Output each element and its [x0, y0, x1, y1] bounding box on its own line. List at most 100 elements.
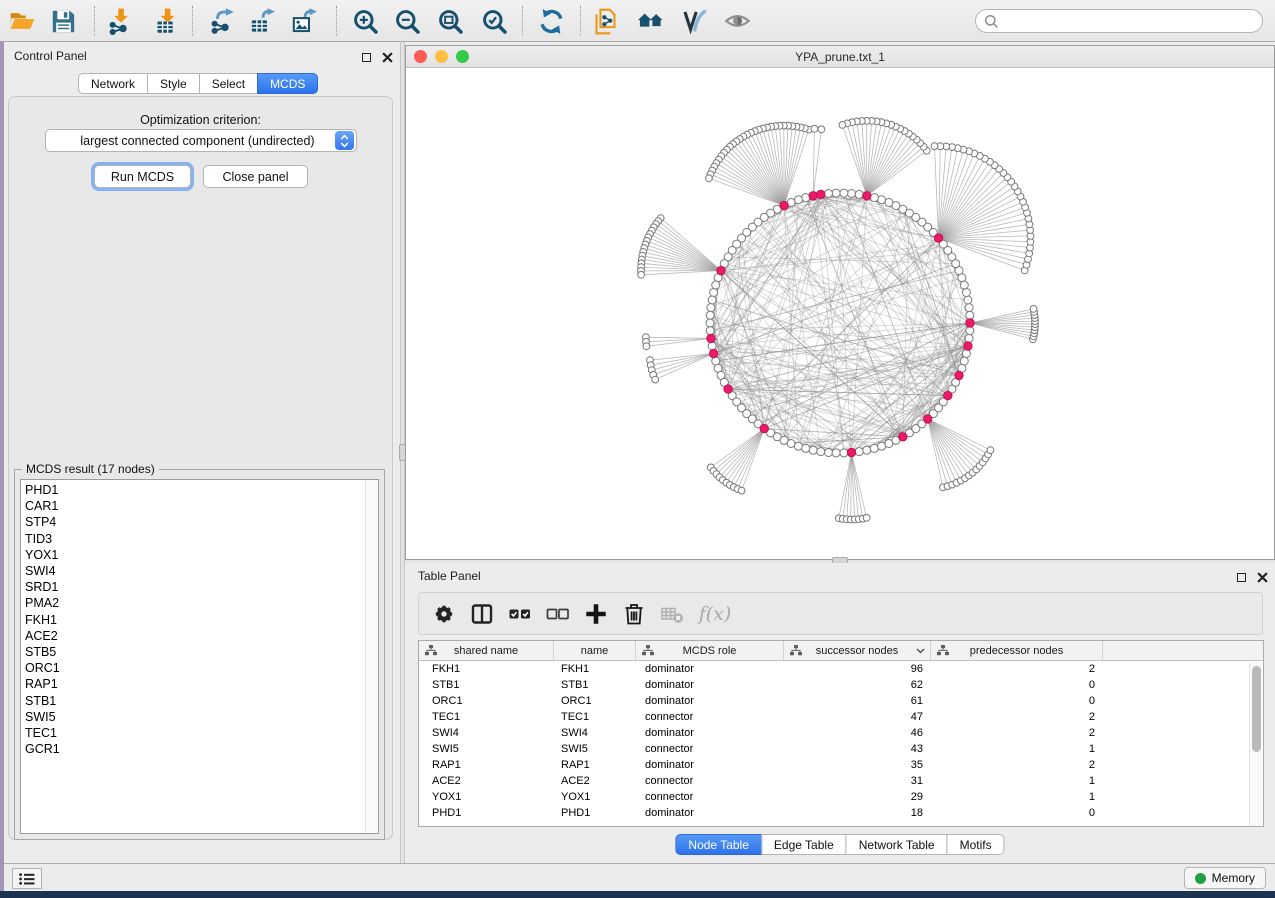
- export-image-icon[interactable]: [287, 4, 321, 38]
- mcds-result-item[interactable]: FKH1: [25, 612, 378, 628]
- network-canvas[interactable]: [406, 68, 1274, 559]
- column-header-shared-name[interactable]: shared name: [419, 641, 554, 660]
- cell-shared-name: RAP1: [419, 757, 554, 773]
- table-row[interactable]: RAP1RAP1dominator352: [419, 757, 1263, 773]
- toolbar-separator: [580, 6, 581, 36]
- close-panel-button[interactable]: Close panel: [203, 165, 308, 188]
- gear-icon[interactable]: [431, 601, 457, 627]
- tab-node-table[interactable]: Node Table: [675, 834, 762, 855]
- mcds-result-item[interactable]: RAP1: [25, 676, 378, 692]
- delete-column-icon[interactable]: [621, 601, 647, 627]
- table-row[interactable]: SWI4SWI4dominator462: [419, 725, 1263, 741]
- zoom-selected-icon[interactable]: [477, 4, 511, 38]
- cell-successor-nodes: 31: [784, 773, 931, 789]
- mcds-result-item[interactable]: ACE2: [25, 628, 378, 644]
- zoom-fit-icon[interactable]: [433, 4, 467, 38]
- cell-shared-name: STB1: [419, 677, 554, 693]
- tab-edge-table[interactable]: Edge Table: [761, 834, 847, 855]
- tab-mcds[interactable]: MCDS: [257, 73, 318, 94]
- mcds-result-item[interactable]: SWI5: [25, 709, 378, 725]
- table-row[interactable]: PHD1PHD1dominator180: [419, 805, 1263, 821]
- mcds-result-item[interactable]: SWI4: [25, 563, 378, 579]
- cell-name: ORC1: [554, 693, 636, 709]
- toolbar-separator: [522, 6, 523, 36]
- network-document-icon[interactable]: [588, 4, 622, 38]
- close-table-panel-icon[interactable]: [1256, 571, 1268, 583]
- table-scrollbar-thumb[interactable]: [1252, 666, 1261, 752]
- mcds-result-item[interactable]: PHD1: [25, 482, 378, 498]
- add-column-icon[interactable]: [583, 601, 609, 627]
- table-panel-title: Table Panel: [418, 569, 481, 583]
- tab-select[interactable]: Select: [199, 73, 258, 94]
- cell-name: RAP1: [554, 757, 636, 773]
- mcds-result-list[interactable]: PHD1CAR1STP4TID3YOX1SWI4SRD1PMA2FKH1ACE2…: [20, 479, 379, 834]
- close-panel-icon[interactable]: [381, 51, 393, 63]
- network-window-title: YPA_prune.txt_1: [406, 50, 1274, 64]
- cell-name: TEC1: [554, 709, 636, 725]
- cell-shared-name: SWI4: [419, 725, 554, 741]
- mcds-result-title: MCDS result (17 nodes): [22, 462, 159, 476]
- toolbar-separator: [336, 6, 337, 36]
- visual-style-icon[interactable]: [677, 4, 711, 38]
- column-header-predecessor-nodes[interactable]: predecessor nodes: [931, 641, 1103, 660]
- task-history-button[interactable]: [12, 868, 42, 889]
- table-row[interactable]: ORC1ORC1dominator610: [419, 693, 1263, 709]
- mcds-list-scrollbar[interactable]: [365, 480, 378, 833]
- table-row[interactable]: TEC1TEC1connector472: [419, 709, 1263, 725]
- table-row[interactable]: YOX1YOX1connector291: [419, 789, 1263, 805]
- select-all-icon[interactable]: [507, 601, 533, 627]
- mcds-result-item[interactable]: PMA2: [25, 595, 378, 611]
- zoom-out-icon[interactable]: [390, 4, 424, 38]
- cell-successor-nodes: 47: [784, 709, 931, 725]
- memory-label: Memory: [1212, 871, 1255, 885]
- import-network-icon[interactable]: [103, 4, 137, 38]
- mcds-result-item[interactable]: SRD1: [25, 579, 378, 595]
- table-row[interactable]: STB1STB1dominator620: [419, 677, 1263, 693]
- mcds-result-item[interactable]: TID3: [25, 531, 378, 547]
- column-view-icon[interactable]: [469, 601, 495, 627]
- tab-style[interactable]: Style: [147, 73, 200, 94]
- tab-network-table[interactable]: Network Table: [846, 834, 948, 855]
- function-builder-icon: f(x): [697, 601, 733, 627]
- mcds-result-item[interactable]: STB5: [25, 644, 378, 660]
- network-window-titlebar[interactable]: YPA_prune.txt_1: [406, 46, 1274, 68]
- table-row[interactable]: ACE2ACE2connector311: [419, 773, 1263, 789]
- column-header-name[interactable]: name: [554, 641, 636, 660]
- table-row[interactable]: FKH1FKH1dominator962: [419, 661, 1263, 677]
- table-row[interactable]: SWI5SWI5connector431: [419, 741, 1263, 757]
- export-network-icon[interactable]: [205, 4, 239, 38]
- tab-motifs[interactable]: Motifs: [947, 834, 1005, 855]
- table-scrollbar[interactable]: [1249, 662, 1262, 826]
- float-panel-icon[interactable]: [360, 51, 372, 63]
- open-session-icon[interactable]: [5, 4, 39, 38]
- cell-predecessor-nodes: 2: [931, 661, 1103, 677]
- column-header-successor-nodes[interactable]: successor nodes: [784, 641, 931, 660]
- zoom-in-icon[interactable]: [348, 4, 382, 38]
- mcds-result-item[interactable]: STP4: [25, 514, 378, 530]
- first-neighbors-icon[interactable]: [633, 4, 667, 38]
- search-input[interactable]: [999, 12, 1262, 30]
- search-box[interactable]: [975, 9, 1263, 33]
- memory-button[interactable]: Memory: [1184, 867, 1266, 889]
- tab-network[interactable]: Network: [78, 73, 148, 94]
- run-mcds-button[interactable]: Run MCDS: [94, 165, 191, 188]
- criterion-dropdown[interactable]: largest connected component (undirected): [45, 129, 357, 152]
- unselect-all-icon[interactable]: [545, 601, 571, 627]
- export-table-icon[interactable]: [245, 4, 279, 38]
- cell-predecessor-nodes: 1: [931, 741, 1103, 757]
- mcds-result-item[interactable]: CAR1: [25, 498, 378, 514]
- save-session-icon[interactable]: [46, 4, 80, 38]
- float-table-panel-icon[interactable]: [1235, 571, 1247, 583]
- apply-layout-icon[interactable]: [534, 4, 568, 38]
- mcds-result-item[interactable]: GCR1: [25, 741, 378, 757]
- mcds-result-item[interactable]: ORC1: [25, 660, 378, 676]
- show-hide-icon[interactable]: [720, 4, 754, 38]
- dropdown-stepper-icon: [335, 131, 354, 150]
- mcds-result-item[interactable]: YOX1: [25, 547, 378, 563]
- sort-desc-icon: [916, 648, 925, 654]
- column-header-MCDS-role[interactable]: MCDS role: [636, 641, 784, 660]
- cell-successor-nodes: 96: [784, 661, 931, 677]
- mcds-result-item[interactable]: STB1: [25, 693, 378, 709]
- import-table-icon[interactable]: [149, 4, 183, 38]
- mcds-result-item[interactable]: TEC1: [25, 725, 378, 741]
